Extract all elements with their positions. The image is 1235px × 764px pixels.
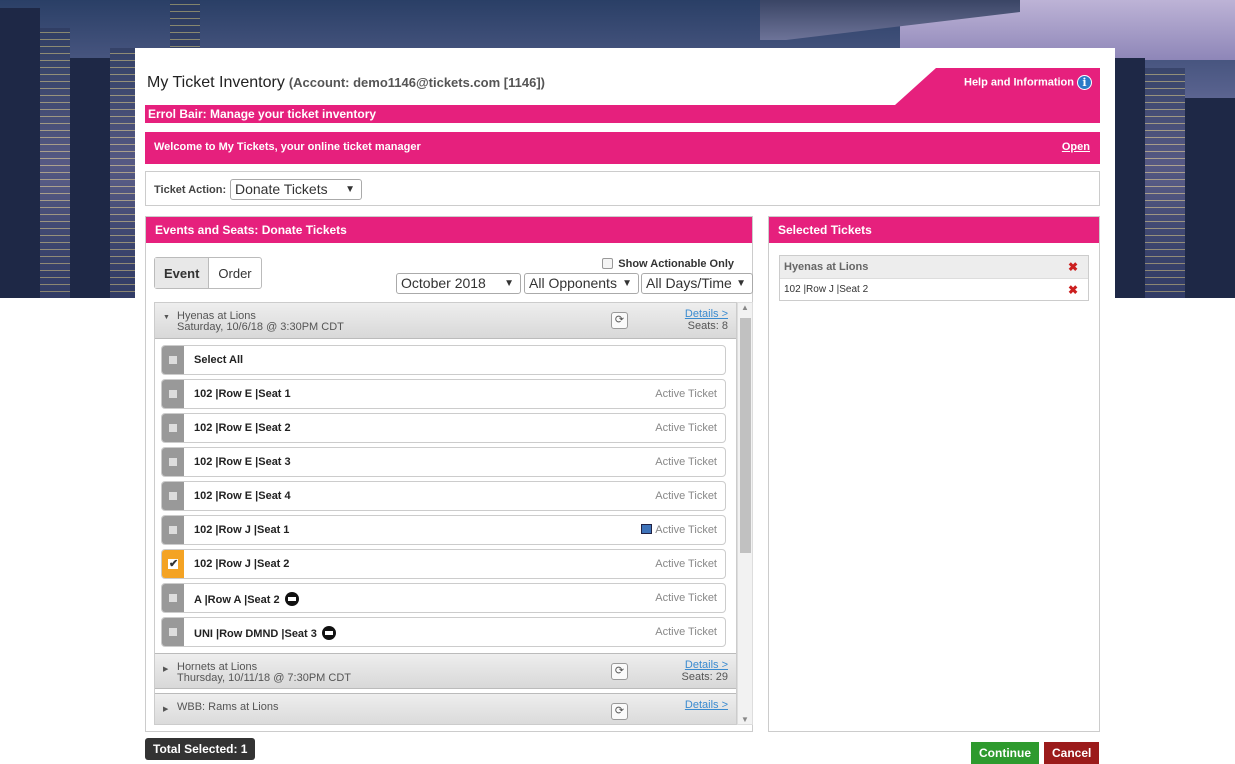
seat-count: Seats: 29 [681, 671, 728, 683]
checkmark-icon: ✔ [169, 558, 179, 570]
checkbox-icon[interactable] [162, 448, 184, 476]
selected-list: Hyenas at Lions ✖ 102 |Row J |Seat 2 ✖ [779, 255, 1089, 301]
show-actionable-checkbox[interactable]: Show Actionable Only [602, 258, 734, 270]
ticket-row[interactable]: 102 |Row E |Seat 4 Active Ticket [161, 481, 726, 511]
help-link[interactable]: Help and Information i [895, 68, 1100, 105]
continue-button[interactable]: Continue [971, 742, 1039, 764]
event-header[interactable]: ▶ WBB: Rams at Lions ⟳ Details > [155, 693, 736, 724]
checkbox-icon[interactable] [162, 584, 184, 612]
subheader: Errol Bair: Manage your ticket inventory [145, 105, 1100, 123]
ticket-row[interactable]: UNI |Row DMND |Seat 3 Active Ticket [161, 617, 726, 647]
event-list: ▼ Hyenas at Lions Saturday, 10/6/18 @ 3:… [154, 302, 737, 725]
chevron-down-icon: ▼ [622, 278, 632, 289]
checkbox-icon[interactable] [162, 346, 184, 374]
ticket-row[interactable]: 102 |Row J |Seat 1 Active Ticket [161, 515, 726, 545]
open-link[interactable]: Open [1062, 141, 1090, 153]
event-header[interactable]: ▶ Hornets at Lions Thursday, 10/11/18 @ … [155, 653, 736, 689]
chevron-down-icon: ▼ [504, 278, 514, 289]
checkbox-icon [602, 258, 614, 269]
days-select[interactable]: All Days/Time ▼ [641, 273, 753, 294]
ticket-badge-icon [284, 592, 299, 606]
scrollbar[interactable]: ▲ ▼ [737, 302, 753, 725]
sync-icon[interactable]: ⟳ [611, 703, 628, 720]
details-link[interactable]: Details > [685, 659, 728, 671]
selected-event: Hyenas at Lions ✖ [780, 256, 1088, 278]
checkbox-icon[interactable] [162, 516, 184, 544]
month-select[interactable]: October 2018 ▼ [396, 273, 521, 294]
chevron-down-icon: ▼ [736, 278, 746, 289]
chevron-down-icon: ▼ [345, 184, 355, 195]
remove-icon[interactable]: ✖ [1068, 283, 1078, 297]
total-selected-badge: Total Selected: 1 [145, 738, 256, 760]
selected-item: 102 |Row J |Seat 2 ✖ [780, 278, 1088, 300]
ticket-row[interactable]: 102 |Row E |Seat 3 Active Ticket [161, 447, 726, 477]
opponents-select[interactable]: All Opponents ▼ [524, 273, 639, 294]
caret-right-icon: ▶ [163, 706, 169, 713]
checkbox-icon[interactable] [162, 618, 184, 646]
scrollbar-thumb[interactable] [740, 318, 751, 553]
selected-tickets-panel: Selected Tickets Hyenas at Lions ✖ 102 |… [768, 216, 1100, 732]
caret-down-icon: ▼ [163, 314, 170, 321]
events-panel-title: Events and Seats: Donate Tickets [146, 217, 752, 243]
ticket-action-bar: Ticket Action: Donate Tickets ▼ [145, 171, 1100, 206]
account-label: (Account: demo1146@tickets.com [1146]) [288, 75, 545, 90]
sync-icon[interactable]: ⟳ [611, 663, 628, 680]
scroll-down-icon: ▼ [741, 715, 749, 724]
details-link[interactable]: Details > [685, 699, 728, 711]
selected-panel-title: Selected Tickets [769, 217, 1099, 243]
ticket-action-label: Ticket Action: [154, 184, 227, 196]
ticket-action-select[interactable]: Donate Tickets ▼ [230, 179, 362, 200]
details-link[interactable]: Details > [685, 308, 728, 320]
caret-right-icon: ▶ [163, 666, 169, 673]
ticket-row[interactable]: 102 |Row E |Seat 1 Active Ticket [161, 379, 726, 409]
info-icon: i [1077, 75, 1092, 90]
events-panel: Events and Seats: Donate Tickets Event O… [145, 216, 753, 732]
cancel-button[interactable]: Cancel [1044, 742, 1100, 764]
view-toggle: Event Order [154, 257, 262, 289]
sync-icon[interactable]: ⟳ [611, 312, 628, 329]
ticket-row[interactable]: ✔ 102 |Row J |Seat 2 Active Ticket [161, 549, 726, 579]
welcome-bar: Welcome to My Tickets, your online ticke… [145, 132, 1100, 164]
toggle-event[interactable]: Event [155, 258, 210, 288]
event-header[interactable]: ▼ Hyenas at Lions Saturday, 10/6/18 @ 3:… [155, 303, 736, 339]
seat-count: Seats: 8 [687, 320, 728, 332]
toggle-order[interactable]: Order [209, 258, 260, 288]
ticket-badge-icon [321, 626, 336, 640]
ticket-row[interactable]: 102 |Row E |Seat 2 Active Ticket [161, 413, 726, 443]
note-icon[interactable] [641, 524, 653, 534]
page-title: My Ticket Inventory (Account: demo1146@ti… [147, 74, 545, 91]
main-panel: My Ticket Inventory (Account: demo1146@ti… [135, 48, 1115, 763]
checkbox-icon[interactable] [162, 414, 184, 442]
select-all-row[interactable]: Select All [161, 345, 726, 375]
ticket-row[interactable]: A |Row A |Seat 2 Active Ticket [161, 583, 726, 613]
remove-icon[interactable]: ✖ [1068, 260, 1078, 274]
checkbox-icon[interactable] [162, 380, 184, 408]
checkbox-icon[interactable] [162, 482, 184, 510]
scroll-up-icon: ▲ [741, 303, 749, 312]
